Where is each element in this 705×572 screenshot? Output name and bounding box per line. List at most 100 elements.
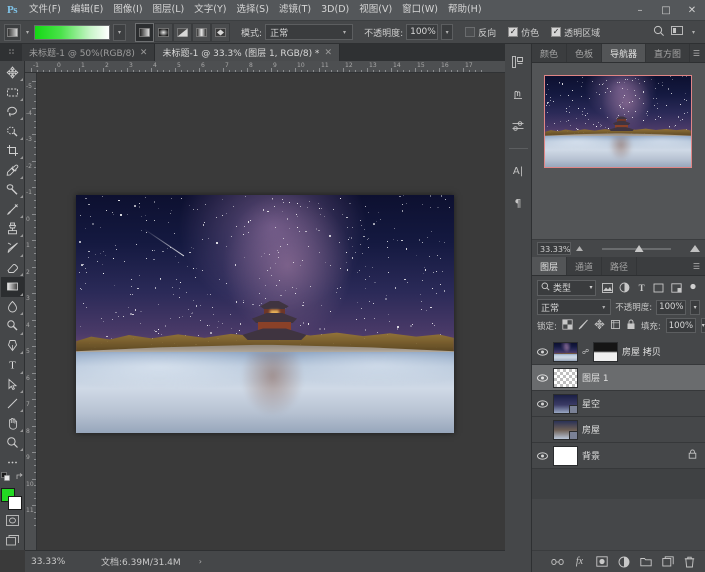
marquee-tool[interactable] [1,82,24,102]
maximize-button[interactable]: □ [653,0,679,21]
tab-navigator[interactable]: 导航器 [602,44,647,62]
lasso-tool[interactable] [1,102,24,121]
crop-tool[interactable] [1,141,24,160]
reflected-gradient-button[interactable] [192,22,212,42]
layer-fill-dropdown[interactable]: ▾ [700,318,705,333]
opacity-dropdown[interactable]: ▾ [441,24,454,40]
layer-row-house[interactable]: 房屋 [532,417,705,443]
opacity-input[interactable]: 100% [406,24,439,40]
dither-checkbox[interactable]: ✓ [508,27,519,37]
new-adjustment-layer-icon[interactable] [617,555,630,568]
line-tool[interactable] [1,394,24,413]
layer-name[interactable]: 房屋 拷贝 [622,345,661,358]
layer-thumbnail[interactable] [553,419,578,440]
layer-name[interactable]: 房屋 [582,423,600,436]
layer-style-fx-icon[interactable]: fx [573,555,586,568]
dither-checkbox-wrap[interactable]: ✓ 仿色 [508,26,539,39]
zoom-out-icon[interactable] [576,246,583,251]
layer-name[interactable]: 星空 [582,397,600,410]
status-expand-icon[interactable]: › [199,557,202,566]
menu-item-filter[interactable]: 滤镜(T) [274,0,316,20]
eraser-tool[interactable] [1,258,24,277]
close-icon[interactable]: ✕ [140,48,148,58]
menu-item-file[interactable]: 文件(F) [24,0,66,20]
blur-tool[interactable] [1,297,24,316]
gradient-preview-swatch[interactable] [34,24,111,40]
tab-color[interactable]: 颜色 [532,44,568,62]
eye-icon[interactable] [536,399,549,408]
lock-position-icon[interactable] [594,318,605,333]
navigator-zoom-slider[interactable] [588,242,685,255]
radial-gradient-button[interactable] [154,22,174,42]
move-tool[interactable] [1,63,24,82]
menu-item-layer[interactable]: 图层(L) [148,0,190,20]
navigator-zoom-value[interactable]: 33.33% [537,242,571,255]
tab-histogram[interactable]: 直方图 [646,44,691,62]
layer-blend-mode-select[interactable]: 正常 ▾ [537,299,612,315]
dodge-tool[interactable] [1,316,24,336]
status-zoom-level[interactable]: 33.33% [31,557,83,567]
menu-item-type[interactable]: 文字(Y) [189,0,231,20]
quick-mask-toggle[interactable] [1,511,24,530]
transparency-checkbox[interactable]: ✓ [551,27,562,37]
linear-gradient-button[interactable] [135,22,155,42]
default-colors-icon[interactable] [0,472,10,484]
history-icon[interactable] [507,84,529,104]
layer-row-house-copy[interactable]: ☍ 房屋 拷贝 [532,339,705,365]
eyedropper-tool[interactable] [1,160,24,180]
type-tool[interactable]: T [1,355,24,374]
new-layer-icon[interactable] [661,555,674,568]
menu-item-edit[interactable]: 编辑(E) [66,0,108,20]
quick-selection-tool[interactable] [1,121,24,141]
zoom-tool[interactable] [1,433,24,452]
character-icon[interactable]: A| [507,161,529,181]
layer-thumbnail[interactable] [553,445,578,466]
chevron-down-icon[interactable]: ▾ [24,29,31,36]
hand-tool[interactable] [1,413,24,433]
navigator-thumbnail[interactable] [544,75,692,168]
canvas-area[interactable] [37,73,505,550]
libraries-icon[interactable] [507,52,529,72]
screen-mode-toggle[interactable] [1,531,24,550]
eye-icon[interactable] [536,347,549,356]
edit-toolbar-tool[interactable] [1,452,24,471]
layer-name[interactable]: 背景 [582,449,600,462]
delete-layer-icon[interactable] [683,555,696,568]
history-brush-tool[interactable] [1,238,24,258]
menu-item-select[interactable]: 选择(S) [231,0,273,20]
background-color-swatch[interactable] [8,495,22,510]
spot-healing-brush-tool[interactable] [1,180,24,199]
pixel-filter-icon[interactable] [600,279,613,296]
layer-row-starry-sky[interactable]: 星空 [532,391,705,417]
navigator-body[interactable] [532,63,705,239]
document-canvas[interactable] [76,195,454,433]
gradient-tool[interactable] [0,277,24,297]
tab-swatches[interactable]: 色板 [567,44,603,62]
blend-mode-select[interactable]: 正常 ▾ [265,24,354,40]
minimize-button[interactable]: – [627,0,653,21]
gradient-tool-preset-icon[interactable] [4,23,21,41]
clone-stamp-tool[interactable] [1,219,24,238]
panel-menu-icon[interactable]: ☰ [693,257,705,275]
panel-menu-icon[interactable]: ☰ [693,44,705,62]
link-layers-icon[interactable] [551,555,564,568]
angle-gradient-button[interactable] [173,22,193,42]
reverse-checkbox[interactable]: ✓ [465,27,476,37]
document-tab-1[interactable]: 未标题-1 @ 50%(RGB/8) ✕ [22,44,156,61]
color-swatches[interactable] [0,487,24,511]
new-group-icon[interactable] [639,555,652,568]
menu-item-3d[interactable]: 3D(D) [316,0,354,20]
layer-thumbnail[interactable] [553,341,578,362]
adjustment-filter-icon[interactable] [618,279,631,296]
layer-thumbnail[interactable] [553,393,578,414]
lock-all-icon[interactable] [626,319,636,333]
close-button[interactable]: ✕ [679,0,705,21]
transparency-checkbox-wrap[interactable]: ✓ 透明区域 [551,26,600,39]
paragraph-icon[interactable]: ¶ [507,193,529,213]
menu-item-view[interactable]: 视图(V) [354,0,397,20]
eye-icon[interactable] [536,451,549,460]
mask-link-icon[interactable]: ☍ [582,348,589,356]
smart-object-filter-icon[interactable] [669,279,682,296]
workspace-switcher-icon[interactable] [671,25,684,39]
tab-bar-grip[interactable] [0,44,22,61]
